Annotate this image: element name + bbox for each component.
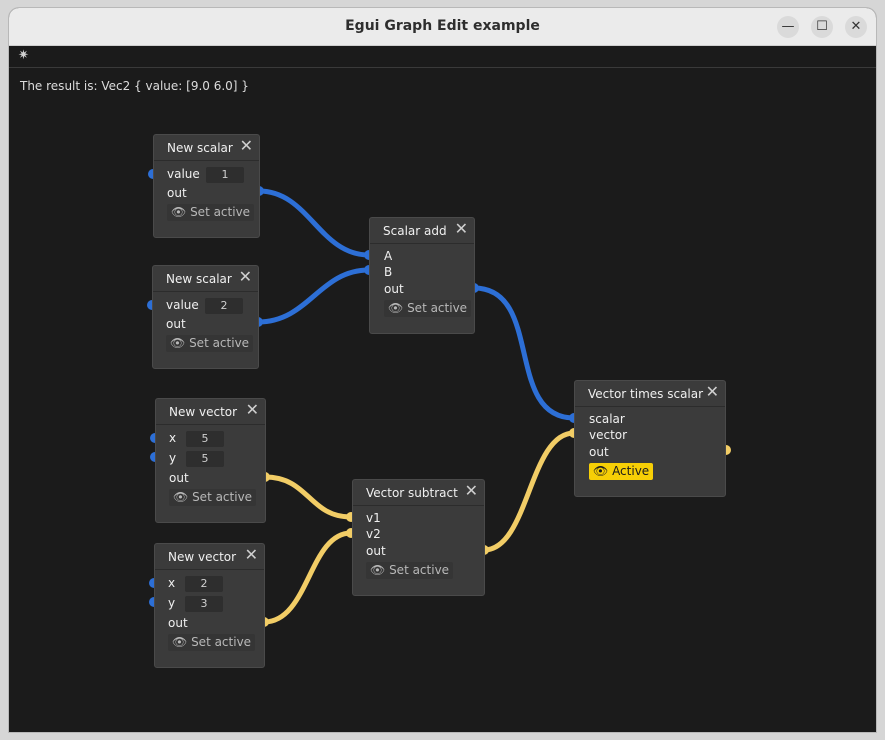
- set-active-button[interactable]: 👁 Set active: [384, 300, 472, 317]
- close-node-icon[interactable]: ✕: [239, 269, 252, 285]
- node-new-scalar-2[interactable]: New scalar ✕ value 2 out 👁 Set active: [152, 265, 259, 369]
- wire-add-to-times-scalar: [471, 285, 577, 421]
- node-title: New vector: [169, 405, 238, 419]
- x-label: x: [168, 576, 176, 590]
- close-node-icon[interactable]: ✕: [240, 138, 253, 154]
- close-node-icon[interactable]: ✕: [245, 547, 258, 563]
- wire-vector2-to-sub-v2: [261, 530, 354, 625]
- active-button[interactable]: 👁 Active: [589, 463, 654, 480]
- node-header[interactable]: New vector ✕: [156, 399, 265, 425]
- output-label: out: [384, 282, 404, 296]
- output-label: out: [589, 445, 609, 459]
- set-active-button[interactable]: 👁 Set active: [366, 562, 454, 579]
- node-title: New scalar: [166, 272, 232, 286]
- y-label: y: [168, 596, 176, 610]
- node-header[interactable]: Scalar add ✕: [370, 218, 474, 244]
- node-vector-times-scalar[interactable]: Vector times scalar ✕ scalar vector out …: [574, 380, 726, 497]
- set-active-button[interactable]: 👁 Set active: [169, 489, 257, 506]
- param-label: value: [167, 167, 200, 181]
- output-label: out: [168, 616, 188, 630]
- node-title: New scalar: [167, 141, 233, 155]
- x-value-field[interactable]: 2: [185, 576, 223, 592]
- output-label: out: [366, 544, 386, 558]
- node-header[interactable]: Vector subtract ✕: [353, 480, 484, 506]
- node-scalar-add[interactable]: Scalar add ✕ A B out 👁 Set active: [369, 217, 475, 334]
- node-title: Vector times scalar: [588, 387, 704, 401]
- close-node-icon[interactable]: ✕: [706, 384, 719, 400]
- close-node-icon[interactable]: ✕: [465, 483, 478, 499]
- eye-icon: 👁: [172, 635, 188, 649]
- node-vector-subtract[interactable]: Vector subtract ✕ v1 v2 out 👁 Set active: [352, 479, 485, 596]
- input-vector-label: vector: [589, 428, 628, 442]
- node-header[interactable]: New vector ✕: [155, 544, 264, 570]
- output-label: out: [169, 471, 189, 485]
- node-new-scalar-1[interactable]: New scalar ✕ value 1 out 👁 Set active: [153, 134, 260, 238]
- eye-icon: 👁: [173, 490, 189, 504]
- input-v1-label: v1: [366, 511, 381, 525]
- set-active-button[interactable]: 👁 Set active: [166, 335, 254, 352]
- close-node-icon[interactable]: ✕: [246, 402, 259, 418]
- output-label: out: [166, 317, 186, 331]
- wire-sub-to-times-vector: [481, 430, 577, 553]
- value-field[interactable]: 1: [206, 167, 244, 183]
- close-node-icon[interactable]: ✕: [455, 221, 468, 237]
- input-scalar-label: scalar: [589, 412, 625, 426]
- node-title: New vector: [168, 550, 237, 564]
- app-window: Egui Graph Edit example — ☐ ✕ ✷ The resu…: [9, 8, 876, 732]
- value-field[interactable]: 2: [205, 298, 243, 314]
- eye-icon: 👁: [388, 301, 404, 315]
- eye-icon: 👁: [370, 563, 386, 577]
- node-header[interactable]: New scalar ✕: [154, 135, 259, 161]
- y-value-field[interactable]: 5: [186, 451, 224, 467]
- graph-canvas[interactable]: [9, 8, 876, 732]
- eye-icon: 👁: [170, 336, 186, 350]
- eye-icon: 👁: [593, 464, 609, 478]
- node-header[interactable]: Vector times scalar ✕: [575, 381, 725, 407]
- wire-vector1-to-sub-v1: [262, 474, 354, 520]
- set-active-button[interactable]: 👁 Set active: [167, 204, 255, 221]
- y-value-field[interactable]: 3: [185, 596, 223, 612]
- y-label: y: [169, 451, 177, 465]
- node-header[interactable]: New scalar ✕: [153, 266, 258, 292]
- param-label: value: [166, 298, 199, 312]
- set-active-button[interactable]: 👁 Set active: [168, 634, 256, 651]
- x-value-field[interactable]: 5: [186, 431, 224, 447]
- node-title: Vector subtract: [366, 486, 458, 500]
- input-b-label: B: [384, 265, 393, 279]
- input-a-label: A: [384, 249, 393, 263]
- output-label: out: [167, 186, 187, 200]
- input-v2-label: v2: [366, 527, 381, 541]
- wire-scalar1-to-add-a: [256, 188, 372, 258]
- x-label: x: [169, 431, 177, 445]
- node-new-vector-2[interactable]: New vector ✕ x 2 y 3 out 👁 Set active: [154, 543, 265, 668]
- node-title: Scalar add: [383, 224, 447, 238]
- node-new-vector-1[interactable]: New vector ✕ x 5 y 5 out 👁 Set active: [155, 398, 266, 523]
- wire-scalar2-to-add-b: [255, 267, 372, 325]
- eye-icon: 👁: [171, 205, 187, 219]
